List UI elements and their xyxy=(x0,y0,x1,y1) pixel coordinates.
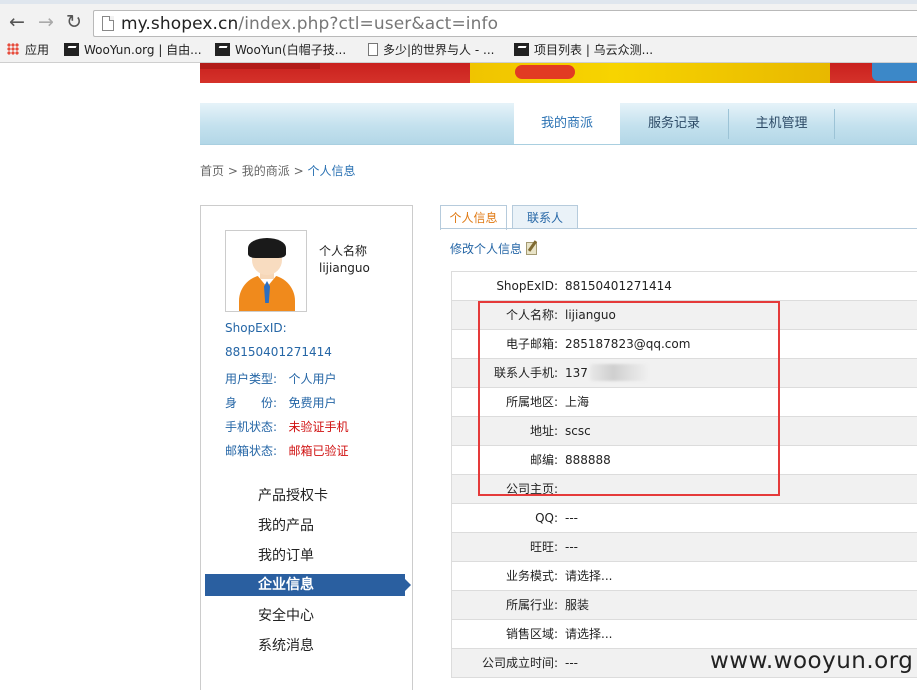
user-type: 用户类型: 个人用户 xyxy=(225,372,337,386)
breadcrumb-current: 个人信息 xyxy=(307,164,356,178)
table-row: 所属行业: 服装 xyxy=(452,591,917,620)
breadcrumb-my-shopex[interactable]: 我的商派 xyxy=(242,164,290,178)
document-icon xyxy=(368,43,378,56)
wooyun-favicon-icon xyxy=(215,43,230,56)
table-row: 电子邮箱: 285187823@qq.com xyxy=(452,330,917,359)
back-arrow-icon[interactable]: ← xyxy=(6,12,28,34)
bookmark-wooyun-whitehat[interactable]: WooYun(白帽子技... xyxy=(215,42,346,58)
reload-icon[interactable]: ↻ xyxy=(63,12,85,34)
email-status: 邮箱状态: 邮箱已验证 xyxy=(225,444,349,458)
menu-my-products[interactable]: 我的产品 xyxy=(205,515,405,537)
redacted-phone xyxy=(589,364,648,381)
avatar xyxy=(225,230,307,312)
shopex-id-label: ShopExID: xyxy=(225,321,287,335)
shopex-id-value: 88150401271414 xyxy=(225,345,332,359)
active-arrow-icon xyxy=(405,579,411,591)
phone-status: 手机状态: 未验证手机 xyxy=(225,420,349,434)
edit-pencil-icon xyxy=(526,242,538,255)
bookmark-apps[interactable]: 应用 xyxy=(7,42,49,58)
menu-system-messages[interactable]: 系统消息 xyxy=(205,635,405,657)
table-row: 联系人手机: 137 xyxy=(452,359,917,388)
personal-info-table: ShopExID: 88150401271414 个人名称: lijianguo 电… xyxy=(451,271,917,678)
nav-tab-host-management[interactable]: 主机管理 xyxy=(729,103,834,144)
nav-tab-service-records[interactable]: 服务记录 xyxy=(620,103,728,144)
page-icon xyxy=(102,16,114,31)
table-row: 销售区域: 请选择... xyxy=(452,620,917,649)
wooyun-favicon-icon xyxy=(514,43,529,56)
browser-toolbar: ← → ↻ my.shopex.cn/index.php?ctl=user&ac… xyxy=(0,4,917,38)
menu-my-orders[interactable]: 我的订单 xyxy=(205,545,405,567)
breadcrumb-home[interactable]: 首页 xyxy=(200,164,224,178)
wooyun-favicon-icon xyxy=(64,43,79,56)
address-url[interactable]: my.shopex.cn/index.php?ctl=user&act=info xyxy=(121,14,498,34)
table-row: 邮编: 888888 xyxy=(452,446,917,475)
menu-product-license-card[interactable]: 产品授权卡 xyxy=(205,485,405,507)
identity: 身 份: 免费用户 xyxy=(225,396,337,410)
bookmarks-bar: 应用 WooYun.org | 自由... WooYun(白帽子技... 多少|… xyxy=(0,38,917,63)
apps-grid-icon xyxy=(7,43,19,55)
tab-personal-info[interactable]: 个人信息 xyxy=(440,205,507,230)
promo-banner[interactable] xyxy=(200,63,917,83)
bookmark-project-list[interactable]: 项目列表 | 乌云众测... xyxy=(514,42,653,58)
table-row: 地址: scsc xyxy=(452,417,917,446)
menu-company-info[interactable]: 企业信息 xyxy=(205,574,411,596)
profile-name-value: lijianguo xyxy=(319,261,370,275)
forward-arrow-icon[interactable]: → xyxy=(35,12,57,34)
menu-security-center[interactable]: 安全中心 xyxy=(205,605,405,627)
watermark: www.wooyun.org xyxy=(710,648,914,674)
profile-sidebar: 个人名称 lijianguo ShopExID: 88150401271414 … xyxy=(200,205,413,690)
address-bar[interactable]: my.shopex.cn/index.php?ctl=user&act=info xyxy=(93,10,917,37)
edit-personal-info-link[interactable]: 修改个人信息 xyxy=(450,240,538,257)
verify-phone-link[interactable]: 未验证手机 xyxy=(289,420,349,434)
table-row: 旺旺: --- xyxy=(452,533,917,562)
nav-tab-my-shopex[interactable]: 我的商派 xyxy=(514,103,620,144)
table-row: 公司主页: xyxy=(452,475,917,504)
table-row: 所属地区: 上海 xyxy=(452,388,917,417)
profile-name-label: 个人名称 xyxy=(319,244,368,258)
bookmark-wooyun-org[interactable]: WooYun.org | 自由... xyxy=(64,42,202,58)
table-row: 业务模式: 请选择... xyxy=(452,562,917,591)
bookmark-document[interactable]: 多少|的世界与人 - ... xyxy=(368,42,494,58)
table-row: 个人名称: lijianguo xyxy=(452,301,917,330)
table-row: ShopExID: 88150401271414 xyxy=(452,272,917,301)
main-nav: 我的商派 服务记录 主机管理 xyxy=(200,103,917,145)
tab-contacts[interactable]: 联系人 xyxy=(512,205,578,229)
breadcrumb: 首页 > 我的商派 > 个人信息 xyxy=(200,164,356,178)
table-row: QQ: --- xyxy=(452,504,917,533)
